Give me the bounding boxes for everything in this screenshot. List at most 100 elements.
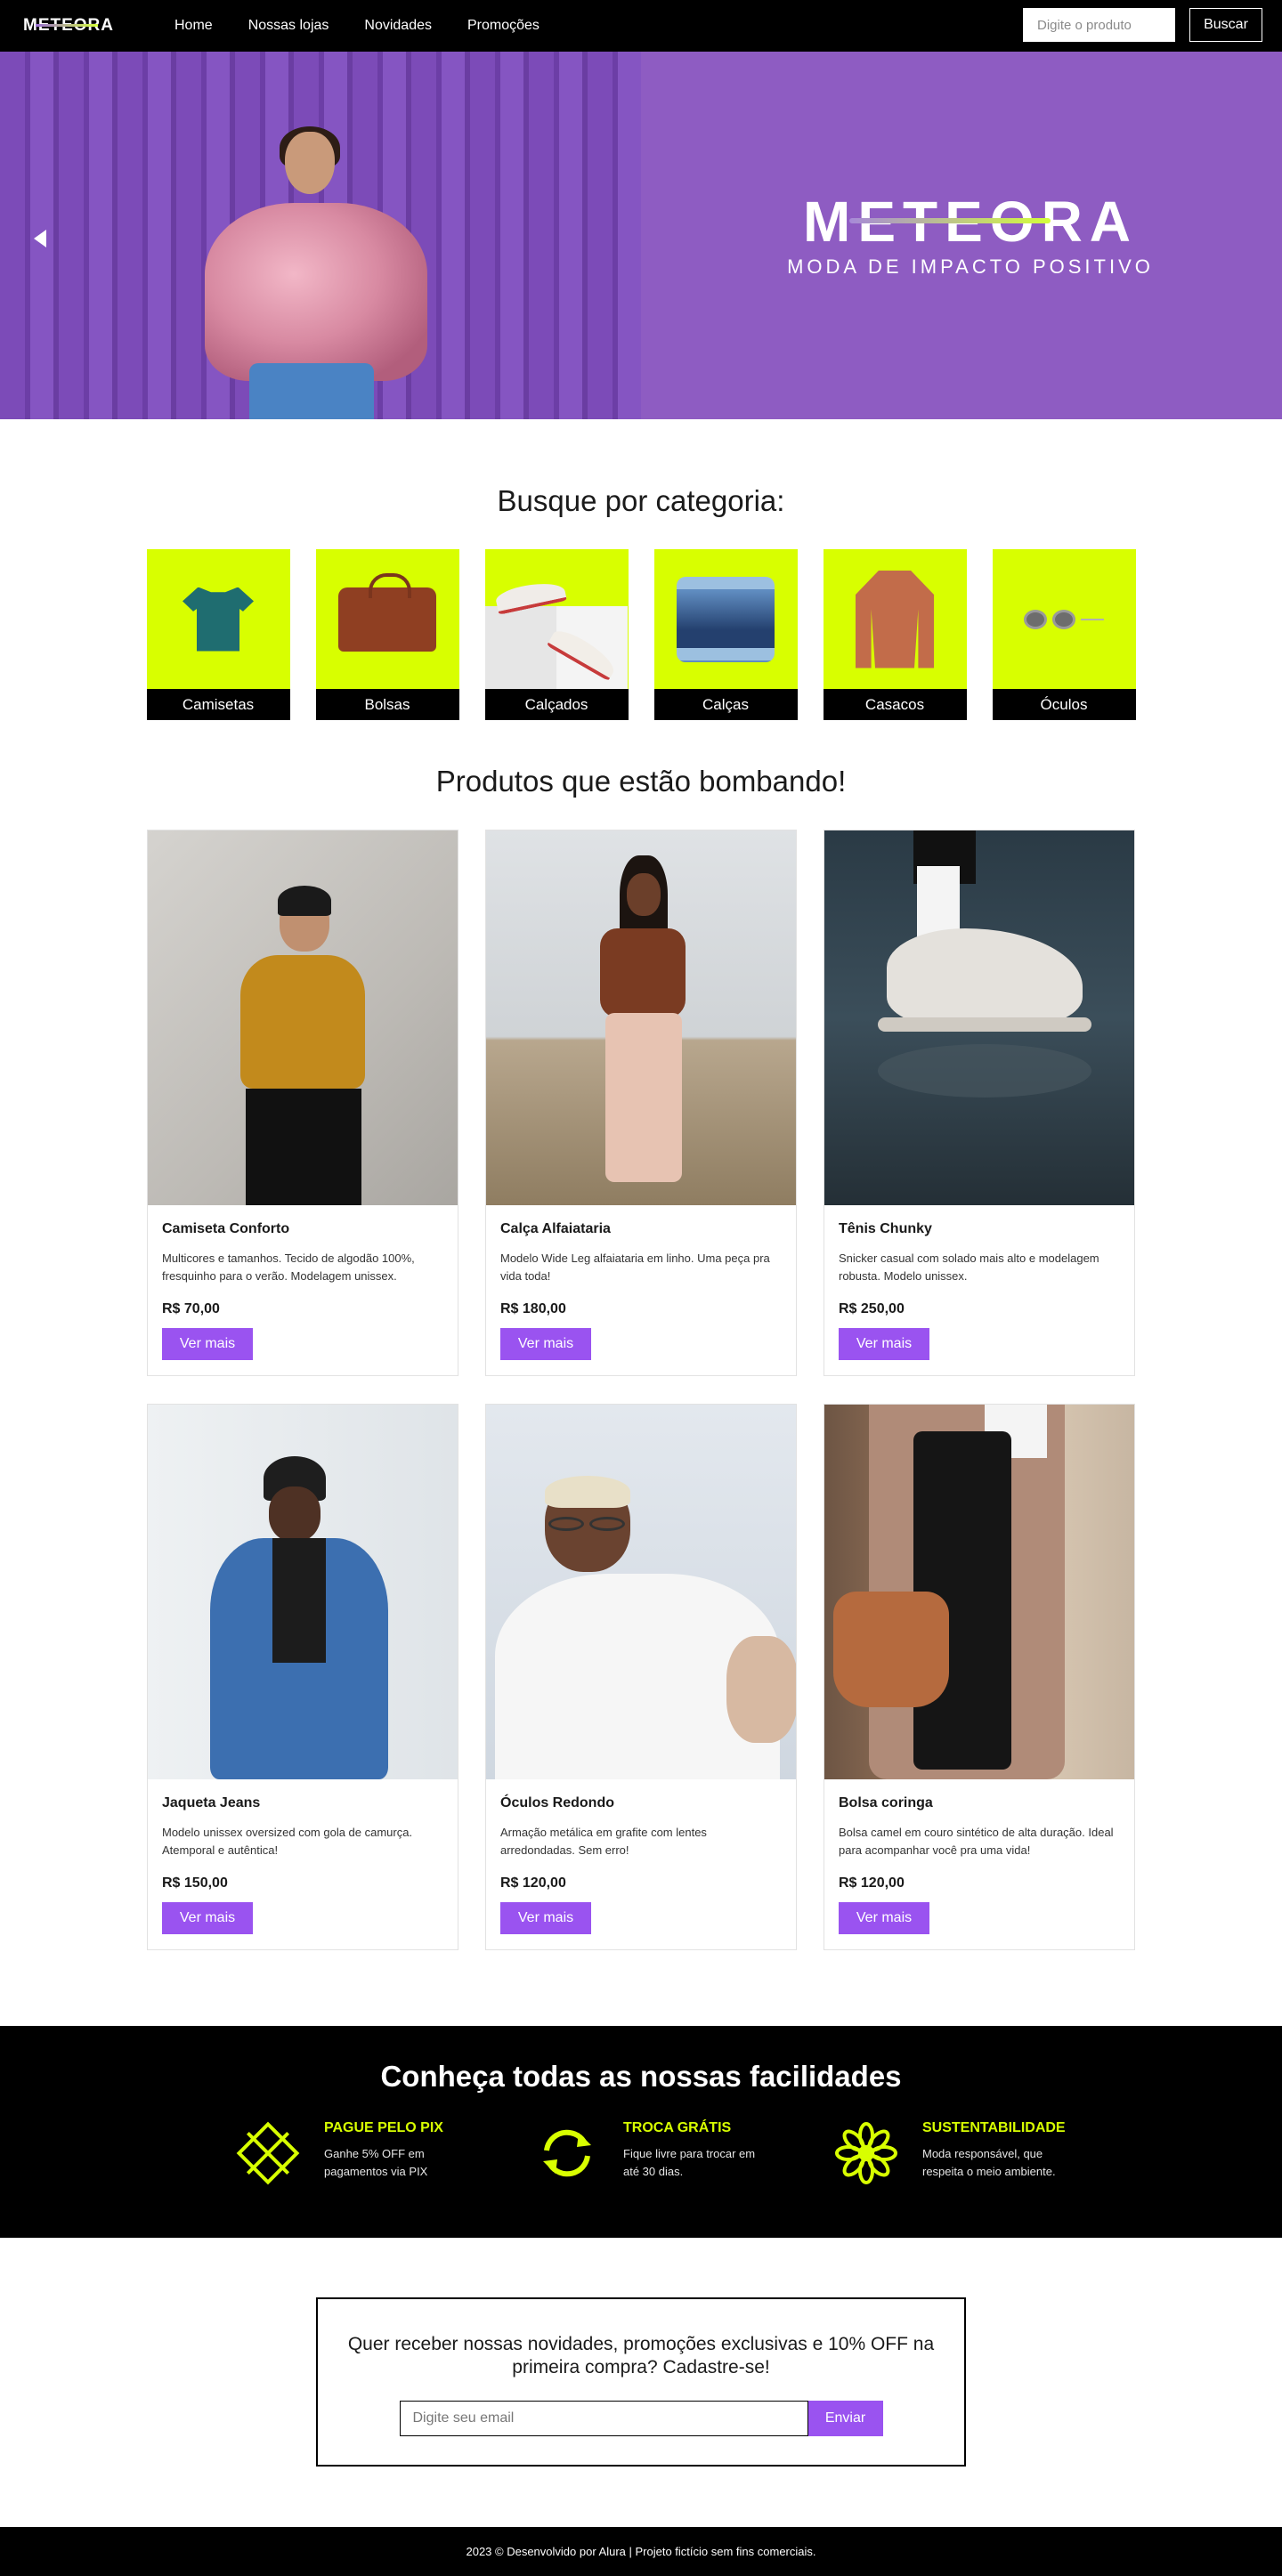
category-card-casacos[interactable]: Casacos	[823, 549, 967, 720]
product-card: Jaqueta Jeans Modelo unissex oversized c…	[147, 1404, 458, 1950]
carousel-prev-icon[interactable]	[34, 230, 46, 247]
nav-link-home[interactable]: Home	[174, 18, 213, 34]
products-section: Produtos que estão bombando! Camiseta Co…	[0, 765, 1282, 1950]
category-card-calcas[interactable]: Calças	[653, 549, 798, 720]
category-list: Camisetas Bolsas Calçados Calças Casacos…	[0, 549, 1282, 720]
feature-item: SUSTENTABILIDADE Moda responsável, que r…	[791, 2120, 1090, 2186]
newsletter-box: Quer receber nossas novidades, promoções…	[316, 2297, 966, 2467]
product-description: Modelo unissex oversized com gola de cam…	[162, 1826, 413, 1857]
product-image	[148, 830, 458, 1205]
jeans-icon	[654, 549, 798, 689]
products-title: Produtos que estão bombando!	[435, 765, 847, 798]
nav-link-promotions[interactable]: Promoções	[467, 18, 540, 34]
hero-brand-logo: METEORA	[803, 193, 1138, 250]
category-label: Óculos	[992, 689, 1136, 720]
model-head	[285, 132, 335, 194]
product-card: Bolsa coringa Bolsa camel em couro sinté…	[824, 1404, 1135, 1950]
site-logo[interactable]: METEORA	[23, 16, 135, 36]
hero-tagline: MODA DE IMPACTO POSITIVO	[787, 255, 1154, 278]
category-card-calcados[interactable]: Calçados	[484, 549, 629, 720]
newsletter-text: Quer receber nossas novidades, promoções…	[347, 2334, 935, 2378]
see-more-button[interactable]: Ver mais	[500, 1902, 591, 1934]
exchange-icon	[534, 2120, 600, 2186]
hero-banner: METEORA MODA DE IMPACTO POSITIVO	[0, 52, 1282, 419]
product-image	[486, 1405, 796, 1779]
product-card: Tênis Chunky Snicker casual com solado m…	[824, 830, 1135, 1376]
product-price: R$ 120,00	[839, 1875, 905, 1891]
coat-icon	[824, 549, 967, 689]
feature-text: Ganhe 5% OFF em pagamentos via PIX	[324, 2147, 428, 2178]
category-label: Calçados	[484, 689, 629, 720]
nav-link-stores[interactable]: Nossas lojas	[248, 18, 329, 34]
hero-photo	[0, 52, 641, 419]
product-card: Calça Alfaiataria Modelo Wide Leg alfaia…	[485, 830, 797, 1376]
features-section: Conheça todas as nossas facilidades PAGU…	[0, 2026, 1282, 2238]
product-price: R$ 70,00	[162, 1301, 220, 1316]
category-card-bolsas[interactable]: Bolsas	[315, 549, 459, 720]
feature-title: SUSTENTABILIDADE	[922, 2120, 1066, 2135]
flower-icon	[833, 2120, 899, 2186]
search-button[interactable]: Buscar	[1189, 8, 1262, 42]
product-image	[148, 1405, 458, 1779]
see-more-button[interactable]: Ver mais	[839, 1902, 929, 1934]
see-more-button[interactable]: Ver mais	[162, 1902, 253, 1934]
feature-text: Moda responsável, que respeita o meio am…	[922, 2147, 1056, 2178]
feature-text: Fique livre para trocar em até 30 dias.	[623, 2147, 756, 2178]
feature-item: TROCA GRÁTIS Fique livre para trocar em …	[491, 2120, 791, 2186]
see-more-button[interactable]: Ver mais	[162, 1328, 253, 1360]
bag-icon	[316, 549, 459, 689]
pix-icon	[235, 2120, 301, 2186]
logo-stripe	[36, 24, 98, 27]
glasses-icon	[993, 549, 1136, 689]
see-more-button[interactable]: Ver mais	[500, 1328, 591, 1360]
send-button[interactable]: Enviar	[807, 2401, 883, 2436]
category-label: Casacos	[823, 689, 967, 720]
category-card-camisetas[interactable]: Camisetas	[146, 549, 290, 720]
feature-title: TROCA GRÁTIS	[623, 2120, 732, 2135]
product-description: Modelo Wide Leg alfaiataria em linho. Um…	[500, 1252, 770, 1283]
hero-brand-stripe	[849, 217, 1051, 223]
shoes-icon	[484, 549, 629, 689]
features-list: PAGUE PELO PIX Ganhe 5% OFF em pagamento…	[0, 2120, 1282, 2186]
product-image	[486, 830, 796, 1205]
tshirt-icon	[147, 549, 290, 689]
nav-link-news[interactable]: Novidades	[364, 18, 432, 34]
email-field[interactable]	[399, 2401, 808, 2436]
feature-title: PAGUE PELO PIX	[324, 2120, 443, 2135]
product-name: Camiseta Conforto	[162, 1221, 290, 1236]
category-label: Bolsas	[315, 689, 459, 720]
search-input[interactable]	[1023, 8, 1175, 42]
model-jacket	[205, 203, 427, 381]
product-price: R$ 120,00	[500, 1875, 566, 1891]
product-image	[824, 1405, 1134, 1779]
product-image	[824, 830, 1134, 1205]
category-label: Camisetas	[146, 689, 290, 720]
footer-text: 2023 © Desenvolvido por Alura | Projeto …	[466, 2545, 816, 2558]
features-title: Conheça todas as nossas facilidades	[380, 2060, 902, 2093]
categories-section: Busque por categoria: Camisetas Bolsas C…	[0, 484, 1282, 720]
categories-title: Busque por categoria:	[497, 484, 785, 517]
product-price: R$ 150,00	[162, 1875, 228, 1891]
feature-item: PAGUE PELO PIX Ganhe 5% OFF em pagamento…	[192, 2120, 491, 2186]
product-description: Snicker casual com solado mais alto e mo…	[839, 1252, 1099, 1283]
product-description: Multicores e tamanhos. Tecido de algodão…	[162, 1252, 415, 1283]
model-jeans	[249, 363, 374, 419]
product-price: R$ 250,00	[839, 1301, 905, 1316]
search-bar: Buscar	[1023, 8, 1262, 42]
product-description: Bolsa camel em couro sintético de alta d…	[839, 1826, 1114, 1857]
product-grid: Camiseta Conforto Multicores e tamanhos.…	[147, 830, 1135, 1950]
hero-model-figure	[187, 52, 454, 419]
nav-links: Home Nossas lojas Novidades Promoções	[174, 18, 540, 34]
product-name: Calça Alfaiataria	[500, 1221, 611, 1236]
category-card-oculos[interactable]: Óculos	[992, 549, 1136, 720]
footer: 2023 © Desenvolvido por Alura | Projeto …	[0, 2527, 1282, 2576]
category-label: Calças	[653, 689, 798, 720]
product-description: Armação metálica em grafite com lentes a…	[500, 1826, 707, 1857]
product-name: Bolsa coringa	[839, 1795, 933, 1810]
product-name: Tênis Chunky	[839, 1221, 932, 1236]
product-name: Jaqueta Jeans	[162, 1795, 261, 1810]
newsletter-form: Enviar	[318, 2401, 964, 2436]
see-more-button[interactable]: Ver mais	[839, 1328, 929, 1360]
product-name: Óculos Redondo	[500, 1795, 614, 1810]
product-price: R$ 180,00	[500, 1301, 566, 1316]
